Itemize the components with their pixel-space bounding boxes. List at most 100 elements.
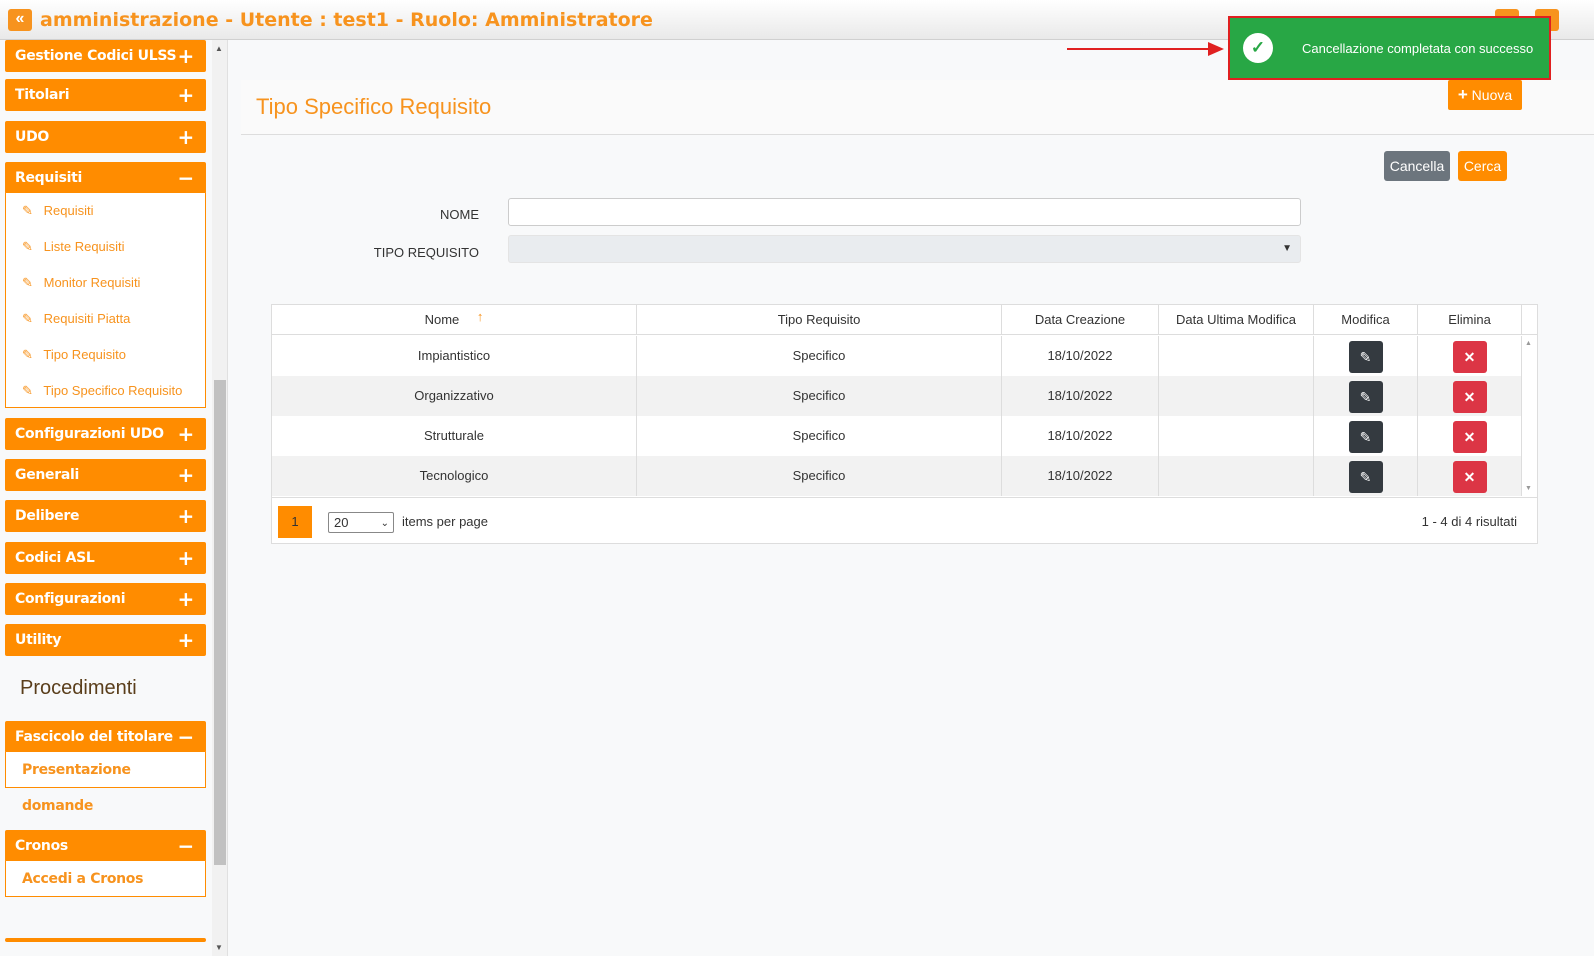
scrollbar-thumb[interactable] [214, 380, 226, 865]
table-row[interactable]: Strutturale Specifico 18/10/2022 ✎ ✕ [272, 416, 1522, 456]
sidebar-item-label: Monitor Requisiti [43, 275, 141, 290]
menu-partial [5, 938, 206, 942]
type-select[interactable]: ▼ [508, 235, 1301, 263]
sidebar-item-liste-requisiti[interactable]: ✎ Liste Requisiti [6, 229, 205, 265]
sort-asc-icon: ↑ [476, 309, 484, 324]
sidebar-item-presentazione-domande[interactable]: Presentazione domande [6, 752, 205, 814]
menu-label: Configurazioni [15, 591, 126, 607]
expand-icon: + [177, 463, 195, 487]
pager: 1 20 ⌄ items per page 1 - 4 di 4 risulta… [272, 497, 1537, 543]
cell-elimina: ✕ [1418, 416, 1522, 456]
column-header-data-modifica[interactable]: Data Ultima Modifica [1159, 305, 1314, 335]
cell-nome: Tecnologico [272, 456, 637, 496]
column-header-nome[interactable]: Nome ↑ [272, 305, 637, 335]
type-label: TIPO REQUISITO [373, 245, 479, 260]
scroll-up-icon[interactable]: ▲ [215, 44, 223, 53]
collapse-sidebar-icon[interactable]: « [8, 9, 32, 31]
menu-label: Cronos [15, 838, 68, 854]
sidebar-item-requisiti-piatta[interactable]: ✎ Requisiti Piatta [6, 301, 205, 337]
edit-icon[interactable]: ✎ [1348, 460, 1383, 493]
delete-icon[interactable]: ✕ [1452, 460, 1487, 493]
expand-icon: + [177, 587, 195, 611]
menu-udo[interactable]: UDO + [5, 121, 206, 153]
sidebar-item-tipo-requisito[interactable]: ✎ Tipo Requisito [6, 337, 205, 373]
expand-icon: + [177, 504, 195, 528]
cell-elimina: ✕ [1418, 336, 1522, 376]
requisiti-submenu: ✎ Requisiti ✎ Liste Requisiti ✎ Monitor … [5, 193, 206, 408]
sidebar-item-label: Requisiti [43, 203, 94, 218]
menu-codici-asl[interactable]: Codici ASL + [5, 542, 206, 574]
sidebar-scrollbar[interactable]: ▲ ▼ [212, 40, 227, 956]
cell-nome: Impiantistico [272, 336, 637, 376]
cell-nome: Strutturale [272, 416, 637, 456]
cronos-submenu: Accedi a Cronos [5, 861, 206, 897]
table-row[interactable]: Impiantistico Specifico 18/10/2022 ✎ ✕ [272, 336, 1522, 376]
menu-label: Fascicolo del titolare [15, 729, 173, 745]
sidebar-item-label: Tipo Specifico Requisito [43, 383, 183, 398]
menu-label: Gestione Codici ULSS [15, 48, 177, 64]
cell-data-modifica [1159, 416, 1314, 456]
items-per-page-label: items per page [402, 514, 488, 529]
cell-data-creazione: 18/10/2022 [1002, 336, 1159, 376]
menu-fascicolo-titolare[interactable]: Fascicolo del titolare − [5, 721, 206, 753]
menu-cronos[interactable]: Cronos − [5, 830, 206, 862]
cell-data-creazione: 18/10/2022 [1002, 416, 1159, 456]
name-input[interactable] [508, 198, 1301, 226]
sidebar-item-tipo-specifico-requisito[interactable]: ✎ Tipo Specifico Requisito [6, 373, 205, 409]
new-button[interactable]: + Nuova [1448, 80, 1522, 110]
collapse-icon: − [177, 166, 195, 190]
expand-icon: + [177, 546, 195, 570]
menu-titolari[interactable]: Titolari + [5, 79, 206, 111]
user-edit-icon: ✎ [22, 239, 33, 254]
scroll-up-icon[interactable]: ▲ [1525, 340, 1532, 347]
page-button-current[interactable]: 1 [278, 506, 312, 538]
menu-delibere[interactable]: Delibere + [5, 500, 206, 532]
cell-tipo: Specifico [637, 416, 1002, 456]
menu-requisiti[interactable]: Requisiti − [5, 162, 206, 194]
cell-modifica: ✎ [1314, 456, 1418, 496]
cell-elimina: ✕ [1418, 456, 1522, 496]
menu-label: Titolari [15, 87, 70, 103]
delete-icon[interactable]: ✕ [1452, 380, 1487, 413]
user-edit-icon: ✎ [22, 203, 33, 218]
table-row[interactable]: Organizzativo Specifico 18/10/2022 ✎ ✕ [272, 376, 1522, 416]
sidebar-item-label: Requisiti Piatta [43, 311, 131, 326]
menu-configurazioni-udo[interactable]: Configurazioni UDO + [5, 418, 206, 450]
column-header-elimina: Elimina [1418, 305, 1522, 335]
menu-configurazioni[interactable]: Configurazioni + [5, 583, 206, 615]
user-edit-icon: ✎ [22, 347, 33, 362]
menu-generali[interactable]: Generali + [5, 459, 206, 491]
delete-icon[interactable]: ✕ [1452, 340, 1487, 373]
column-header-tipo[interactable]: Tipo Requisito [637, 305, 1002, 335]
cell-modifica: ✎ [1314, 416, 1418, 456]
cancel-button[interactable]: Cancella [1384, 151, 1450, 181]
chevron-down-icon: ⌄ [380, 518, 389, 529]
sidebar-item-accedi-cronos[interactable]: Accedi a Cronos [6, 861, 205, 897]
success-toast[interactable]: ✓ Cancellazione completata con successo [1228, 16, 1551, 80]
cell-modifica: ✎ [1314, 336, 1418, 376]
column-header-data-creazione[interactable]: Data Creazione [1002, 305, 1159, 335]
edit-icon[interactable]: ✎ [1348, 420, 1383, 453]
expand-icon: + [177, 125, 195, 149]
edit-icon[interactable]: ✎ [1348, 340, 1383, 373]
scroll-down-icon[interactable]: ▼ [1525, 485, 1532, 492]
sidebar-item-monitor-requisiti[interactable]: ✎ Monitor Requisiti [6, 265, 205, 301]
edit-icon[interactable]: ✎ [1348, 380, 1383, 413]
user-edit-icon: ✎ [22, 383, 33, 398]
scroll-down-icon[interactable]: ▼ [215, 943, 223, 952]
sidebar-item-requisiti[interactable]: ✎ Requisiti [6, 193, 205, 229]
search-button[interactable]: Cerca [1458, 151, 1507, 181]
cell-data-modifica [1159, 456, 1314, 496]
expand-icon: + [177, 83, 195, 107]
menu-label: Utility [15, 632, 62, 648]
table-row[interactable]: Tecnologico Specifico 18/10/2022 ✎ ✕ [272, 456, 1522, 496]
expand-icon: + [177, 628, 195, 652]
delete-icon[interactable]: ✕ [1452, 420, 1487, 453]
menu-utility[interactable]: Utility + [5, 624, 206, 656]
menu-gestione-codici-ulss[interactable]: Gestione Codici ULSS + [5, 40, 206, 72]
user-edit-icon: ✎ [22, 311, 33, 326]
table-scrollbar[interactable]: ▲ ▼ [1522, 336, 1537, 496]
page-size-select[interactable]: 20 ⌄ [328, 512, 394, 533]
menu-label: Generali [15, 467, 79, 483]
sidebar-item-label: Tipo Requisito [43, 347, 127, 362]
